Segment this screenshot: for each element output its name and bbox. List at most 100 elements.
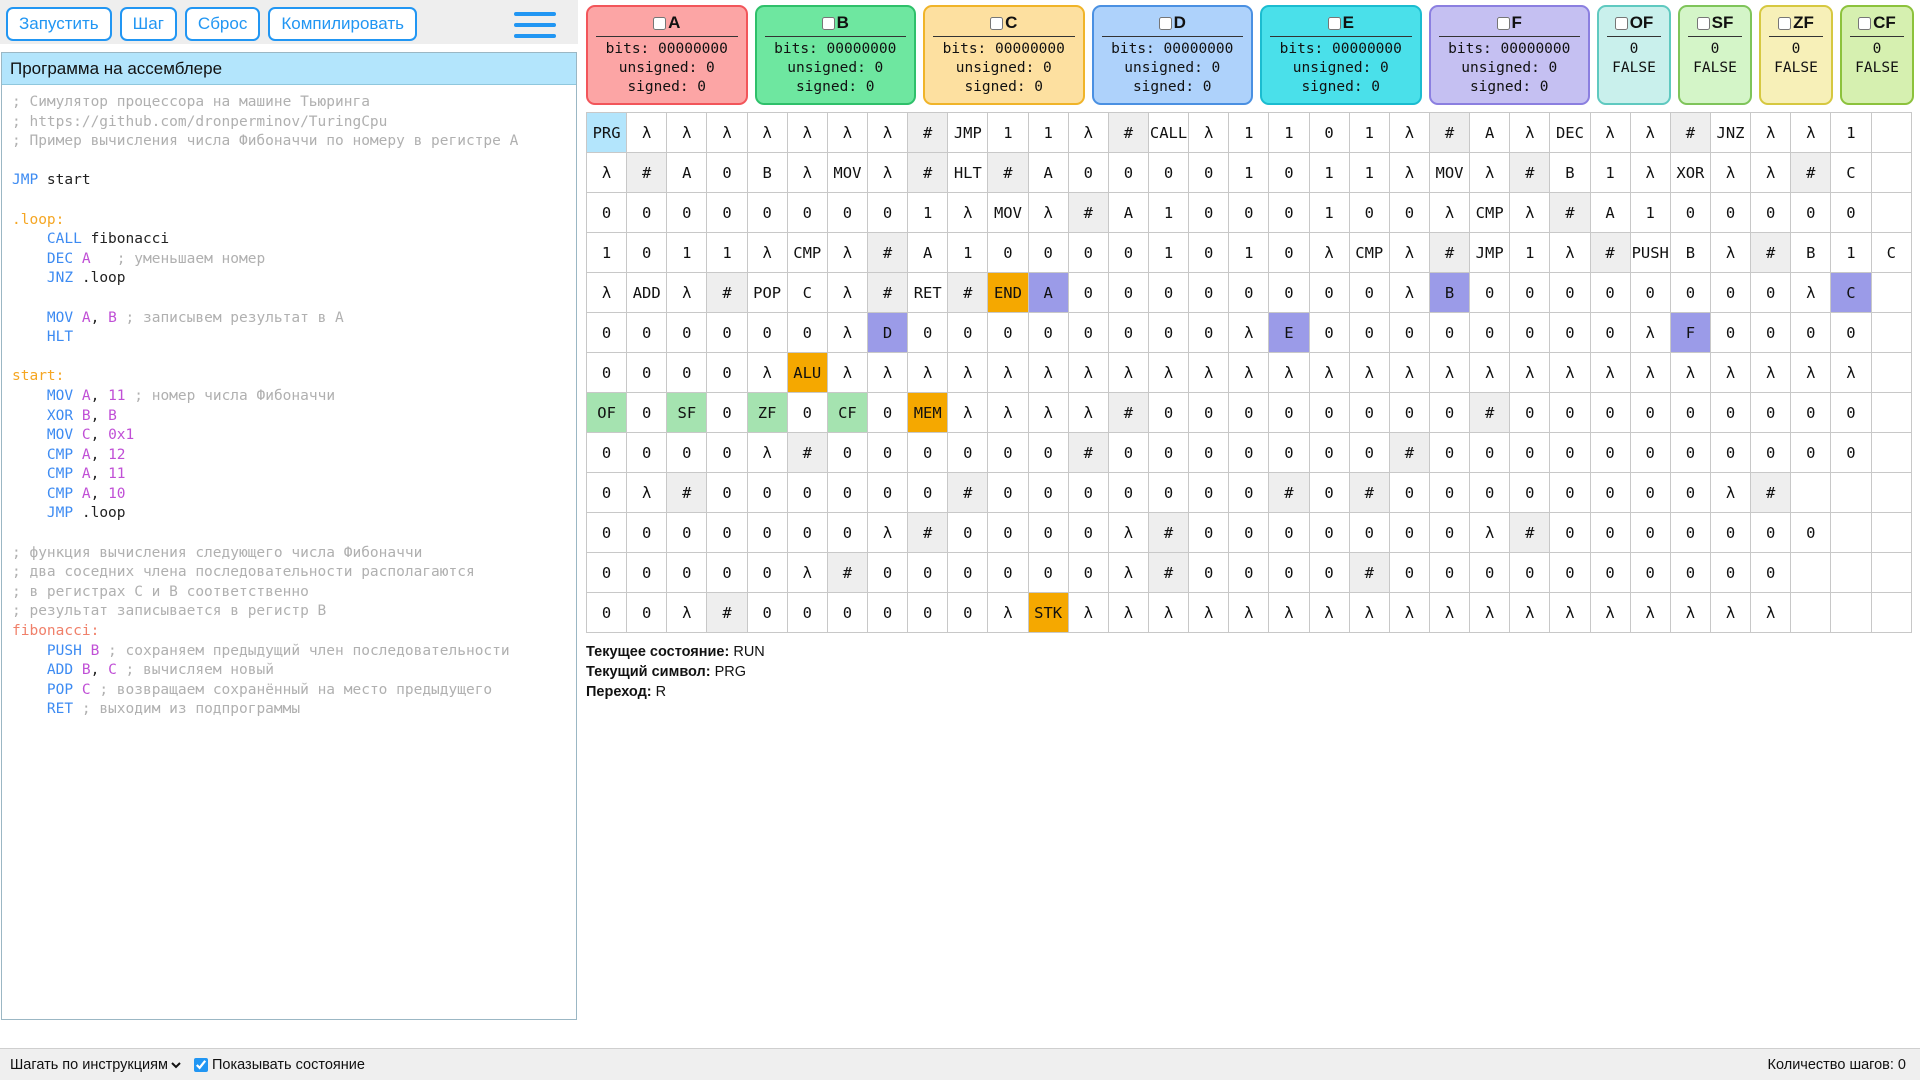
tape-cell[interactable]: 0 (585, 472, 628, 513)
tape-cell[interactable]: 0 (786, 512, 828, 553)
tape-cell[interactable]: 0 (1428, 552, 1471, 593)
tape-cell[interactable]: λ (1107, 592, 1149, 633)
tape-cell[interactable]: 0 (1188, 432, 1230, 473)
tape-cell[interactable]: 0 (706, 312, 748, 353)
tape-cell[interactable]: 0 (666, 432, 708, 473)
tape-cell[interactable]: 0 (1830, 392, 1872, 433)
tape-cell[interactable]: 0 (1147, 432, 1190, 473)
tape-cell[interactable]: 0 (1629, 512, 1671, 553)
tape-cell[interactable]: λ (1629, 112, 1671, 153)
tape-cell[interactable] (1870, 352, 1912, 393)
flag-checkbox-zf[interactable] (1778, 16, 1792, 30)
flag-checkbox-of[interactable] (1614, 16, 1628, 30)
tape-cell[interactable]: 0 (626, 352, 668, 393)
tape-cell[interactable]: # (1589, 232, 1631, 273)
tape-cell[interactable]: 0 (1469, 432, 1511, 473)
tape-cell[interactable]: 0 (1790, 432, 1832, 473)
tape-cell[interactable]: MOV (987, 192, 1029, 233)
tape-cell[interactable]: 0 (706, 472, 748, 513)
tape-cell[interactable]: 0 (1067, 512, 1109, 553)
tape-cell[interactable] (1830, 472, 1872, 513)
tape-cell[interactable]: 0 (826, 432, 868, 473)
tape-cell[interactable]: 0 (1067, 472, 1109, 513)
tape-cell[interactable]: 0 (1348, 392, 1390, 433)
tape-cell[interactable]: 0 (1388, 192, 1430, 233)
flag-card-of[interactable]: OF 0 FALSE (1597, 5, 1671, 105)
tape-cell[interactable] (1870, 512, 1912, 553)
tape-cell[interactable]: SF (666, 392, 708, 433)
tape-cell[interactable]: λ (866, 112, 909, 153)
tape-cell[interactable]: 0 (1188, 192, 1230, 233)
tape-cell[interactable]: λ (1388, 352, 1430, 393)
tape-cell[interactable]: λ (866, 512, 909, 553)
register-checkbox-b[interactable] (821, 16, 835, 30)
tape-cell[interactable]: λ (1107, 352, 1149, 393)
tape-cell[interactable]: 1 (1228, 152, 1270, 193)
tape-cell[interactable] (1870, 112, 1912, 153)
tape-cell[interactable]: 0 (1268, 192, 1310, 233)
tape-cell[interactable]: 0 (666, 512, 708, 553)
tape-cell[interactable]: λ (1509, 192, 1551, 233)
tape-cell[interactable]: 0 (1228, 392, 1270, 433)
tape-cell[interactable] (1790, 472, 1832, 513)
tape-cell[interactable]: # (907, 152, 949, 193)
tape-cell[interactable]: # (1509, 512, 1551, 553)
tape-cell[interactable]: 0 (1750, 512, 1792, 553)
tape-cell[interactable]: 0 (1107, 152, 1149, 193)
tape-cell[interactable]: 0 (1067, 312, 1109, 353)
tape-cell[interactable]: λ (1629, 312, 1671, 353)
tape-cell[interactable]: MEM (907, 392, 949, 433)
tape-cell[interactable]: A (1589, 192, 1631, 233)
tape-cell[interactable]: 1 (1147, 232, 1190, 273)
tape-cell[interactable]: # (1750, 232, 1792, 273)
tape-cell[interactable]: 0 (947, 312, 989, 353)
tape-cell[interactable]: F (1669, 312, 1711, 353)
tape-cell[interactable]: 1 (947, 232, 989, 273)
tape-cell[interactable]: λ (1067, 112, 1109, 153)
tape-cell[interactable]: λ (1629, 592, 1671, 633)
tape-cell[interactable] (1790, 552, 1832, 593)
tape-cell[interactable]: # (1107, 112, 1149, 153)
tape-cell[interactable]: 1 (1830, 112, 1872, 153)
tape-cell[interactable]: λ (1589, 112, 1631, 153)
tape-cell[interactable]: 0 (826, 472, 868, 513)
tape-cell[interactable] (1830, 552, 1872, 593)
tape-cell[interactable]: ZF (746, 392, 788, 433)
tape-cell[interactable]: 0 (1428, 312, 1471, 353)
tape-cell[interactable]: # (1469, 392, 1511, 433)
tape-cell[interactable]: 0 (987, 472, 1029, 513)
tape-cell[interactable] (1870, 552, 1912, 593)
flag-checkbox-sf[interactable] (1696, 16, 1710, 30)
tape-cell[interactable]: 0 (1549, 312, 1591, 353)
tape-cell[interactable]: 1 (1268, 112, 1310, 153)
tape-cell[interactable]: A (666, 152, 708, 193)
tape-cell[interactable] (1870, 152, 1912, 193)
tape-cell[interactable]: # (866, 272, 909, 313)
tape-cell[interactable]: 0 (947, 432, 989, 473)
tape-cell[interactable]: λ (907, 352, 949, 393)
tape-cell[interactable]: λ (1549, 592, 1591, 633)
tape-cell[interactable]: 0 (987, 232, 1029, 273)
tape-cell[interactable]: 0 (907, 552, 949, 593)
tape-cell[interactable]: 0 (1027, 512, 1069, 553)
tape-cell[interactable]: λ (1268, 352, 1310, 393)
tape-cell[interactable]: CMP (1469, 192, 1511, 233)
tape-cell[interactable]: 0 (585, 432, 628, 473)
tape-cell[interactable]: λ (1228, 352, 1270, 393)
tape-cell[interactable] (1870, 592, 1912, 633)
tape-cell[interactable]: 0 (1228, 272, 1270, 313)
tape-cell[interactable]: A (907, 232, 949, 273)
tape-cell[interactable]: λ (585, 152, 628, 193)
tape-cell[interactable]: # (1669, 112, 1711, 153)
tape-cell[interactable]: E (1268, 312, 1310, 353)
tape-cell[interactable]: 0 (1428, 512, 1471, 553)
tape-cell[interactable]: 0 (947, 552, 989, 593)
register-checkbox-c[interactable] (990, 16, 1004, 30)
code-editor[interactable]: Программа на ассемблере ; Симулятор проц… (1, 52, 577, 1020)
tape-cell[interactable]: 0 (1750, 432, 1792, 473)
tape-cell[interactable]: λ (1750, 352, 1792, 393)
tape-cell[interactable]: # (1147, 552, 1190, 593)
tape-cell[interactable]: 0 (1348, 432, 1390, 473)
tape-cell[interactable]: 0 (585, 512, 628, 553)
tape-cell[interactable]: 0 (706, 352, 748, 393)
